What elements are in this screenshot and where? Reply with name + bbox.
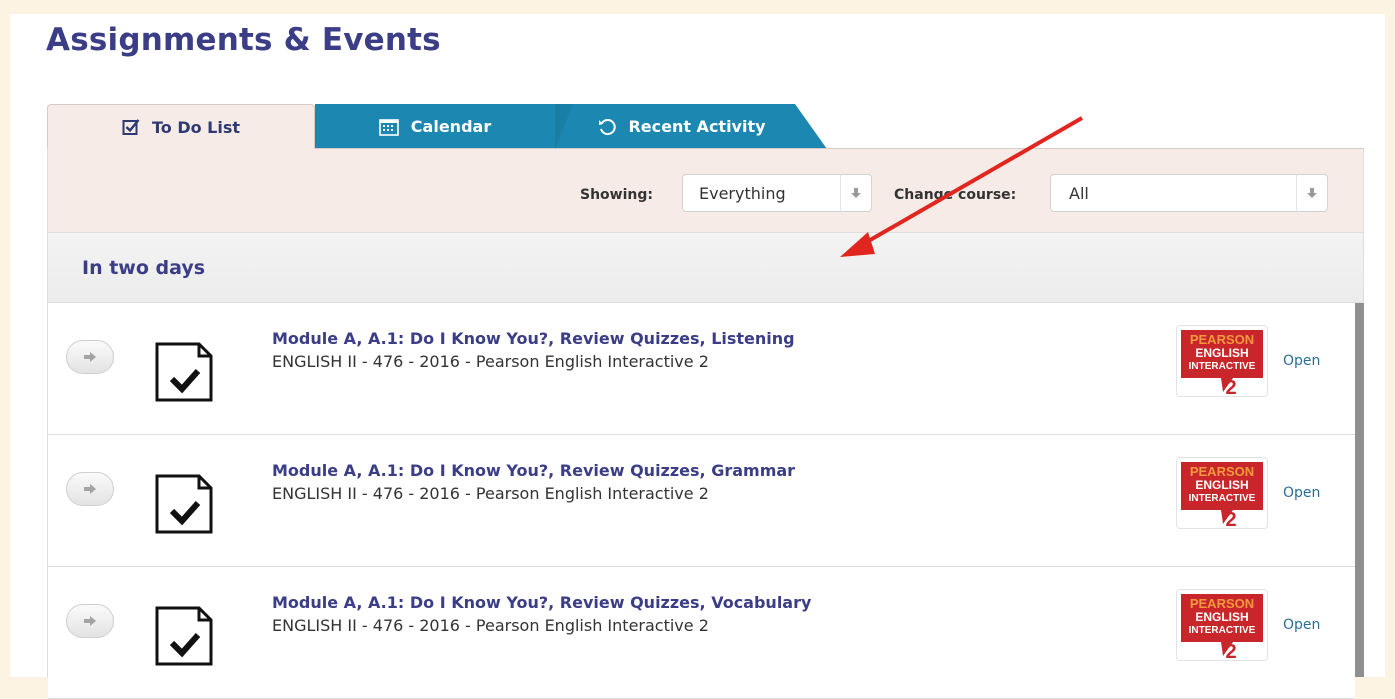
pearson-english-interactive-logo: PEARSON ENGLISH INTERACTIVE 2 — [1176, 325, 1268, 399]
group-header: In two days — [47, 233, 1364, 303]
list-item: Module A, A.1: Do I Know You?, Review Qu… — [48, 303, 1355, 435]
item-course: ENGLISH II - 476 - 2016 - Pearson Englis… — [272, 616, 709, 635]
svg-text:PEARSON: PEARSON — [1190, 332, 1254, 347]
item-title[interactable]: Module A, A.1: Do I Know You?, Review Qu… — [272, 329, 795, 348]
tab-recent-activity[interactable]: Recent Activity — [537, 104, 827, 149]
open-link[interactable]: Open — [1283, 617, 1320, 633]
arrow-right-icon — [84, 484, 96, 494]
assignment-check-icon — [154, 341, 214, 407]
pearson-english-interactive-logo: PEARSON ENGLISH INTERACTIVE 2 — [1176, 457, 1268, 531]
pearson-english-interactive-logo: PEARSON ENGLISH INTERACTIVE 2 — [1176, 589, 1268, 663]
todo-list: Module A, A.1: Do I Know You?, Review Qu… — [47, 303, 1364, 699]
checkbox-icon — [122, 118, 140, 136]
item-course: ENGLISH II - 476 - 2016 - Pearson Englis… — [272, 352, 709, 371]
svg-text:ENGLISH: ENGLISH — [1195, 346, 1248, 360]
item-course: ENGLISH II - 476 - 2016 - Pearson Englis… — [272, 484, 709, 503]
arrow-right-icon — [84, 352, 96, 362]
svg-text:ENGLISH: ENGLISH — [1195, 478, 1248, 492]
svg-text:PEARSON: PEARSON — [1190, 596, 1254, 611]
svg-text:2: 2 — [1225, 509, 1236, 528]
item-title[interactable]: Module A, A.1: Do I Know You?, Review Qu… — [272, 461, 795, 480]
list-item: Module A, A.1: Do I Know You?, Review Qu… — [48, 567, 1355, 699]
tab-to-do-list[interactable]: To Do List — [47, 104, 315, 149]
open-link[interactable]: Open — [1283, 485, 1320, 501]
svg-text:INTERACTIVE: INTERACTIVE — [1189, 361, 1256, 372]
showing-select[interactable]: Everything — [682, 174, 872, 212]
arrow-down-icon — [1296, 175, 1327, 211]
svg-text:2: 2 — [1225, 377, 1236, 396]
tab-label: Recent Activity — [628, 117, 766, 136]
tab-bar: To Do List Recent Activity Calendar — [47, 104, 847, 149]
svg-text:ENGLISH: ENGLISH — [1195, 610, 1248, 624]
course-value: All — [1069, 183, 1089, 203]
svg-text:PEARSON: PEARSON — [1190, 464, 1254, 479]
course-select[interactable]: All — [1050, 174, 1328, 212]
assignment-check-icon — [154, 473, 214, 539]
tab-label: To Do List — [151, 117, 241, 137]
showing-value: Everything — [699, 183, 786, 203]
go-button[interactable] — [66, 604, 114, 638]
item-title[interactable]: Module A, A.1: Do I Know You?, Review Qu… — [272, 593, 811, 612]
go-button[interactable] — [66, 340, 114, 374]
page-title: Assignments & Events — [46, 22, 441, 58]
assignment-check-icon — [154, 605, 214, 671]
showing-label: Showing: — [580, 187, 653, 203]
tab-label: Calendar — [410, 117, 492, 136]
list-item: Module A, A.1: Do I Know You?, Review Qu… — [48, 435, 1355, 567]
tab-calendar[interactable]: Calendar — [315, 104, 573, 149]
calendar-icon — [378, 118, 399, 136]
history-icon — [598, 118, 617, 136]
svg-text:INTERACTIVE: INTERACTIVE — [1189, 625, 1256, 636]
open-link[interactable]: Open — [1283, 353, 1320, 369]
arrow-down-icon — [840, 175, 871, 211]
filter-bar: Showing: Everything Change course: All — [47, 148, 1364, 233]
arrow-right-icon — [84, 616, 96, 626]
svg-text:INTERACTIVE: INTERACTIVE — [1189, 493, 1256, 504]
group-title: In two days — [82, 257, 206, 279]
go-button[interactable] — [66, 472, 114, 506]
svg-text:2: 2 — [1225, 641, 1236, 660]
change-course-label: Change course: — [894, 187, 1017, 203]
scrollbar[interactable] — [1355, 303, 1364, 677]
